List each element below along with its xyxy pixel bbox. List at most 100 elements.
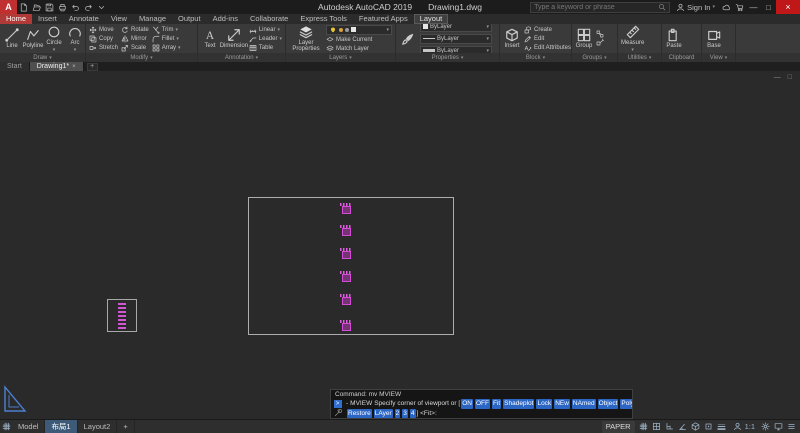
open-file-icon[interactable]: [30, 1, 43, 14]
osnap-icon[interactable]: [703, 421, 715, 433]
new-file-icon[interactable]: [17, 1, 30, 14]
command-option[interactable]: Restore: [347, 408, 372, 418]
layer-select[interactable]: ▾: [326, 24, 392, 35]
dimension-button[interactable]: Dimension: [220, 28, 248, 50]
isodraft-icon[interactable]: [690, 421, 702, 433]
lineweight-icon[interactable]: [716, 421, 728, 433]
undo-icon[interactable]: [69, 1, 82, 14]
group-button[interactable]: Group: [575, 28, 593, 50]
command-option[interactable]: LAyer: [373, 408, 393, 418]
create-block-button[interactable]: Create: [524, 25, 571, 34]
file-tab-drawing1[interactable]: Drawing1* ×: [29, 62, 84, 71]
panel-label-clipboard[interactable]: Clipboard: [662, 53, 701, 62]
window-close-button[interactable]: ×: [776, 0, 800, 14]
window-minimize-button[interactable]: —: [746, 0, 761, 14]
fillet-button[interactable]: Fillet ▾: [152, 34, 181, 43]
scale-button[interactable]: Scale: [121, 43, 149, 52]
measure-button[interactable]: Measure ▾: [621, 25, 644, 52]
redo-icon[interactable]: [82, 1, 95, 14]
layer-properties-button[interactable]: Layer Properties: [289, 25, 323, 53]
panel-label-block[interactable]: Block ▾: [500, 53, 571, 62]
paste-button[interactable]: Paste: [665, 28, 683, 50]
panel-label-properties[interactable]: Properties ▾: [396, 53, 499, 62]
make-current-button[interactable]: Make Current: [326, 36, 392, 45]
command-option[interactable]: Lock: [536, 399, 553, 409]
command-option[interactable]: 4: [409, 408, 416, 418]
command-option[interactable]: Object: [597, 399, 619, 409]
polyline-button[interactable]: Polyline: [23, 28, 44, 50]
model-tab[interactable]: Model: [12, 420, 46, 433]
magenta-block[interactable]: [339, 224, 353, 236]
arc-button[interactable]: Arc ▾: [66, 25, 84, 52]
snap-icon[interactable]: [651, 421, 663, 433]
drawing-canvas[interactable]: — □ Command: mv MVIEW > - MVIEW Specify …: [0, 71, 800, 419]
search-icon[interactable]: [658, 3, 666, 11]
match-properties-button[interactable]: [399, 32, 417, 46]
object-color-select[interactable]: ByLayer ▾: [420, 24, 492, 32]
help-search-box[interactable]: [530, 1, 671, 13]
search-input[interactable]: [534, 3, 657, 11]
annotation-scale-button[interactable]: 1:1: [729, 421, 758, 433]
move-button[interactable]: Move: [89, 25, 118, 34]
trim-button[interactable]: Trim ▾: [152, 25, 181, 34]
command-option[interactable]: Polygonal: [620, 399, 632, 409]
ribbon-tab-express-tools[interactable]: Express Tools: [294, 14, 353, 24]
app-menu-button[interactable]: A: [0, 0, 17, 14]
command-option[interactable]: NEw: [554, 399, 570, 409]
a360-cloud-icon[interactable]: [720, 1, 733, 14]
command-option[interactable]: Fit: [491, 399, 502, 409]
circle-button[interactable]: Circle ▾: [45, 25, 63, 52]
polar-icon[interactable]: [677, 421, 689, 433]
close-tab-icon[interactable]: ×: [72, 64, 76, 70]
command-option[interactable]: Shadeplot: [503, 399, 535, 409]
lineweight-select[interactable]: ByLayer ▾: [420, 45, 492, 53]
linetype-select[interactable]: ByLayer ▾: [420, 33, 492, 44]
panel-label-draw[interactable]: Draw ▾: [0, 53, 85, 62]
magenta-block[interactable]: [339, 202, 353, 214]
window-restore-button[interactable]: □: [761, 0, 776, 14]
ribbon-tab-home[interactable]: Home: [0, 14, 33, 24]
command-option[interactable]: 3: [402, 408, 408, 418]
magenta-block[interactable]: [339, 247, 353, 259]
doc-minimize-icon[interactable]: —: [774, 74, 781, 81]
paper-viewport[interactable]: [248, 197, 454, 335]
panel-label-groups[interactable]: Groups ▾: [572, 53, 617, 62]
ribbon-tab-layout[interactable]: Layout: [413, 14, 449, 24]
new-layout-button[interactable]: +: [117, 420, 135, 433]
monitor-icon[interactable]: [772, 421, 784, 433]
text-button[interactable]: A Text: [201, 28, 219, 50]
plot-icon[interactable]: [56, 1, 69, 14]
save-icon[interactable]: [43, 1, 56, 14]
paper-space-toggle[interactable]: PAPER: [601, 420, 635, 433]
linear-button[interactable]: Linear ▾: [249, 25, 282, 34]
match-layer-button[interactable]: Match Layer: [326, 45, 392, 54]
command-option[interactable]: 2: [394, 408, 401, 418]
command-option[interactable]: OFF: [474, 399, 490, 409]
magenta-block[interactable]: [339, 319, 353, 331]
layout2-tab[interactable]: Layout2: [78, 420, 118, 433]
magenta-block[interactable]: [339, 293, 353, 305]
customize-wrench-icon[interactable]: [334, 409, 342, 417]
panel-label-modify[interactable]: Modify ▾: [86, 53, 197, 62]
command-option[interactable]: NAmed: [571, 399, 596, 409]
edit-attributes-button[interactable]: A Edit Attributes: [524, 43, 571, 52]
ribbon-tab-addins[interactable]: Add-ins: [207, 14, 244, 24]
customize-icon[interactable]: [785, 421, 797, 433]
layout1-tab[interactable]: 布局1: [45, 420, 78, 433]
grid-icon[interactable]: [638, 421, 650, 433]
leader-button[interactable]: Leader ▾: [249, 34, 282, 43]
base-view-button[interactable]: Base: [705, 28, 723, 50]
edit-block-button[interactable]: Edit: [524, 34, 571, 43]
ribbon-tab-featured-apps[interactable]: Featured Apps: [353, 14, 414, 24]
insert-block-button[interactable]: Insert: [503, 28, 521, 50]
ribbon-tab-manage[interactable]: Manage: [133, 14, 172, 24]
ribbon-tab-annotate[interactable]: Annotate: [63, 14, 105, 24]
ribbon-tab-view[interactable]: View: [105, 14, 133, 24]
app-store-icon[interactable]: [733, 1, 746, 14]
ortho-icon[interactable]: [664, 421, 676, 433]
doc-restore-icon[interactable]: □: [788, 74, 792, 81]
stretch-button[interactable]: Stretch: [89, 43, 118, 52]
gear-icon[interactable]: [759, 421, 771, 433]
ribbon-tab-collaborate[interactable]: Collaborate: [244, 14, 294, 24]
file-tab-start[interactable]: Start: [0, 62, 30, 71]
